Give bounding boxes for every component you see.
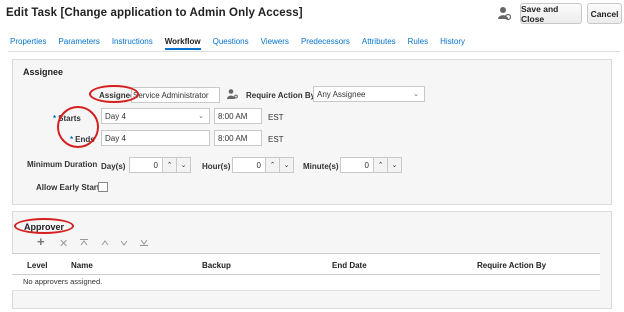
hours-input[interactable]: 0 <box>232 157 266 173</box>
minutes-label: Minute(s) <box>303 162 339 171</box>
increment-icon[interactable]: ⌃ <box>266 157 280 173</box>
select-user-icon[interactable] <box>226 88 238 100</box>
column-header-require-action-by[interactable]: Require Action By <box>477 261 546 270</box>
assignee-field[interactable]: Service Administrator <box>131 87 220 103</box>
approver-annotation-ellipse <box>14 218 74 234</box>
chevron-down-icon: ⌄ <box>198 113 204 120</box>
column-header-level[interactable]: Level <box>27 261 47 270</box>
required-marker: * <box>53 114 57 123</box>
empty-table-message: No approvers assigned. <box>23 277 103 286</box>
dates-annotation-ellipse <box>57 106 99 148</box>
tab-properties[interactable]: Properties <box>10 36 46 50</box>
column-header-name[interactable]: Name <box>71 261 93 270</box>
column-header-backup[interactable]: Backup <box>202 261 231 270</box>
save-and-close-button[interactable]: Save and Close <box>520 3 582 24</box>
move-to-top-icon[interactable] <box>80 239 88 246</box>
starts-day-select[interactable]: Day 4 ⌄ <box>101 108 210 124</box>
page-title: Edit Task [Change application to Admin O… <box>6 7 303 19</box>
minutes-stepper[interactable]: 0 ⌃ ⌄ <box>340 157 402 173</box>
tab-viewers[interactable]: Viewers <box>261 36 289 50</box>
tab-bar: Properties Parameters Instructions Workf… <box>10 36 477 50</box>
tab-parameters[interactable]: Parameters <box>58 36 99 50</box>
move-down-icon[interactable] <box>120 240 128 246</box>
days-label: Day(s) <box>101 162 126 171</box>
days-stepper[interactable]: 0 ⌃ ⌄ <box>129 157 191 173</box>
ends-time-value: 8:00 AM <box>218 133 248 143</box>
tab-instructions[interactable]: Instructions <box>112 36 153 50</box>
cancel-button[interactable]: Cancel <box>587 3 622 24</box>
decrement-icon[interactable]: ⌄ <box>280 157 294 173</box>
user-settings-icon[interactable] <box>497 6 511 22</box>
tab-questions[interactable]: Questions <box>213 36 249 50</box>
require-action-select[interactable]: Any Assignee ⌄ <box>313 86 425 102</box>
tab-workflow[interactable]: Workflow <box>164 36 201 50</box>
require-action-value: Any Assignee <box>317 89 366 99</box>
days-input[interactable]: 0 <box>129 157 163 173</box>
ends-time-field[interactable]: 8:00 AM <box>214 130 262 146</box>
ends-day-value: Day 4 <box>105 133 126 143</box>
minutes-input[interactable]: 0 <box>340 157 374 173</box>
assignee-section-title: Assignee <box>23 67 64 77</box>
tab-attributes[interactable]: Attributes <box>362 36 396 50</box>
approver-table-header: Level Name Backup End Date Require Actio… <box>12 253 600 275</box>
column-header-end-date[interactable]: End Date <box>332 261 367 270</box>
tab-divider <box>8 51 620 52</box>
increment-icon[interactable]: ⌃ <box>374 157 388 173</box>
require-action-label: Require Action By <box>246 91 316 100</box>
assignee-annotation-ellipse <box>89 85 139 103</box>
minimum-duration-label: Minimum Duration <box>27 160 98 169</box>
decrement-icon[interactable]: ⌄ <box>177 157 191 173</box>
assignee-value: Service Administrator <box>133 90 209 100</box>
increment-icon[interactable]: ⌃ <box>163 157 177 173</box>
approver-table-body: No approvers assigned. <box>12 275 600 291</box>
decrement-icon[interactable]: ⌄ <box>388 157 402 173</box>
starts-day-value: Day 4 <box>105 111 126 121</box>
tab-rules[interactable]: Rules <box>408 36 428 50</box>
starts-time-value: 8:00 AM <box>218 111 248 121</box>
move-to-bottom-icon[interactable] <box>140 239 148 246</box>
chevron-down-icon: ⌄ <box>413 91 419 98</box>
tab-history[interactable]: History <box>440 36 465 50</box>
allow-early-start-label: Allow Early Start <box>36 183 100 192</box>
starts-timezone: EST <box>268 113 284 122</box>
ends-timezone: EST <box>268 135 284 144</box>
delete-icon[interactable]: ✕ <box>59 237 68 250</box>
hours-stepper[interactable]: 0 ⌃ ⌄ <box>232 157 294 173</box>
move-up-icon[interactable] <box>101 240 109 246</box>
add-icon[interactable]: + <box>37 234 45 249</box>
tab-predecessors[interactable]: Predecessors <box>301 36 350 50</box>
starts-time-field[interactable]: 8:00 AM <box>214 108 262 124</box>
allow-early-start-checkbox[interactable] <box>98 182 108 192</box>
hours-label: Hour(s) <box>202 162 231 171</box>
ends-day-field[interactable]: Day 4 <box>101 130 210 146</box>
